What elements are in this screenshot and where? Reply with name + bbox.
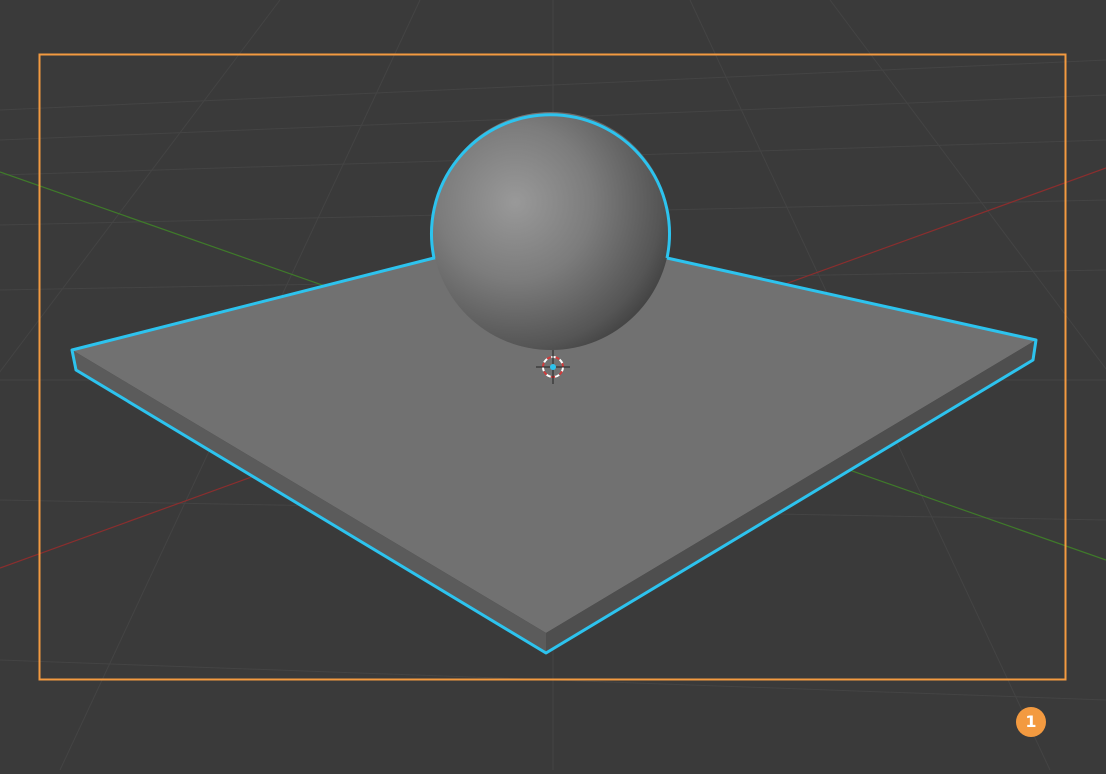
viewport-canvas[interactable] [0, 0, 1106, 771]
step-badge: 1 [1016, 707, 1046, 737]
sphere-object[interactable] [430, 112, 671, 350]
3d-viewport[interactable]: 1 [0, 0, 1106, 771]
